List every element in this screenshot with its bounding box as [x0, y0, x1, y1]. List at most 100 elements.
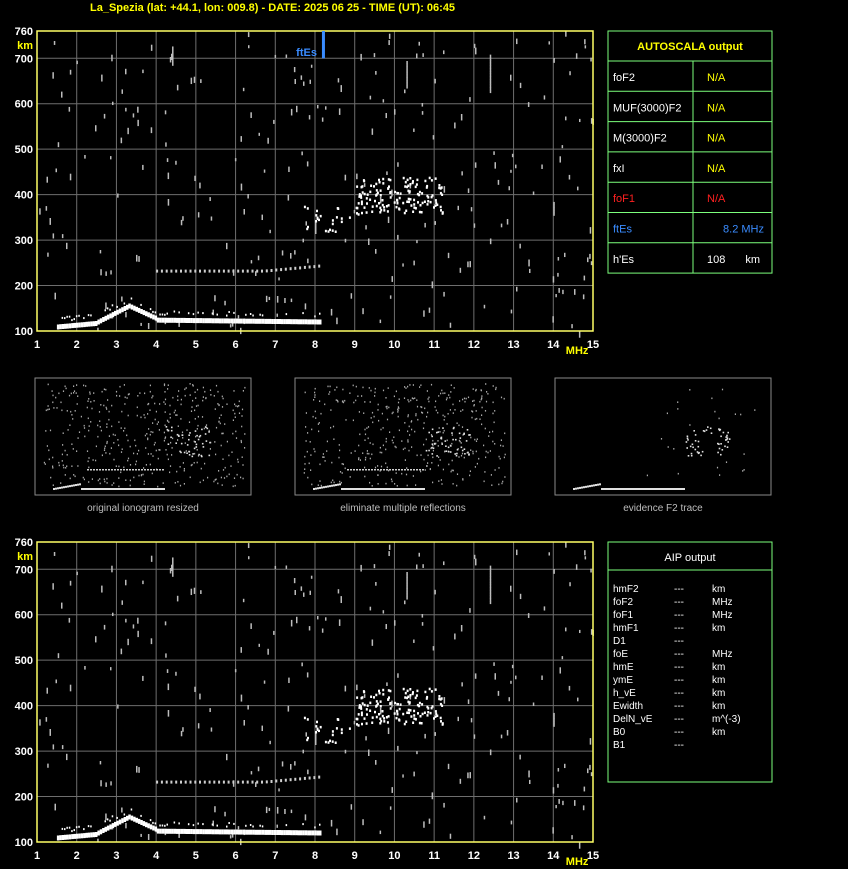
thumbnail-e-trace: [351, 488, 353, 490]
thumbnail-noise: [324, 403, 326, 406]
thumbnail-f-cluster: [458, 432, 461, 435]
thumbnail-noise: [440, 392, 442, 395]
noise-point: [309, 590, 311, 595]
thumbnail-noise: [182, 437, 184, 439]
thumbnail-noise: [379, 451, 381, 454]
aip-ionogram-chart: 1 2 3 4 5 6 7 8 9 10 11 12 13 14 15MHz1002003004005006…: [15, 537, 599, 868]
thumbnail-noise: [238, 400, 240, 403]
noise-point: [561, 656, 564, 660]
e-trace-scatter: [259, 824, 261, 827]
noise-point: [434, 78, 436, 84]
thumbnail-noise: [135, 460, 137, 463]
noise-streak: [406, 85, 408, 89]
f-cluster-point: [319, 214, 322, 218]
thumbnail-noise: [464, 400, 466, 403]
thumbnail-second-hop: [99, 469, 101, 471]
noise-point: [516, 286, 518, 292]
thumbnail-noise: [157, 421, 159, 423]
thumbnail-noise: [486, 391, 488, 393]
e-trace-point: [92, 321, 96, 327]
thumbnail-noise: [461, 452, 464, 455]
e-trace-point: [78, 833, 81, 839]
thumbnail-noise: [485, 450, 487, 453]
thumbnail-noise: [163, 401, 165, 403]
aip-param-value: ---: [674, 740, 684, 751]
thumbnail-second-hop: [404, 469, 406, 471]
autoscala-param-label: ftEs: [613, 224, 632, 236]
f-cluster-point: [360, 707, 363, 710]
noise-streak: [406, 63, 408, 67]
noise-point: [379, 707, 382, 715]
noise-point: [494, 673, 496, 680]
thumbnail-f-cluster: [175, 442, 177, 444]
thumbnail-e-trace: [577, 487, 579, 490]
noise-point: [306, 161, 309, 167]
x-tick-label: 11: [428, 339, 440, 351]
noise-point: [579, 118, 581, 123]
thumbnail-noise: [203, 427, 205, 430]
noise-point: [193, 587, 196, 594]
f-cluster-point: [379, 722, 382, 725]
e-trace-point: [190, 318, 193, 323]
thumbnail-noise: [336, 399, 339, 402]
thumbnail-e-trace: [617, 488, 619, 490]
noise-point: [473, 554, 476, 560]
e-trace-scatter: [192, 313, 195, 316]
thumbnail-noise: [87, 460, 89, 463]
thumbnail-noise: [80, 415, 82, 418]
thumbnail-noise: [319, 400, 321, 402]
thumbnail-noise: [304, 455, 306, 458]
thumbnail-second-hop: [120, 469, 122, 471]
e-trace-point: [235, 318, 239, 324]
e-trace-point: [259, 318, 262, 324]
f-cluster-point: [440, 720, 442, 723]
noise-point: [562, 289, 564, 295]
thumbnail-noise: [61, 409, 63, 412]
thumbnail-noise: [144, 392, 146, 395]
thumbnail-second-hop: [132, 469, 134, 471]
thumbnail-noise: [367, 426, 370, 428]
f-cluster-point: [379, 206, 382, 210]
noise-point: [176, 84, 179, 91]
thumbnail-row: original ionogram resized eliminate multi…: [34, 377, 772, 514]
thumbnail-noise: [111, 404, 113, 407]
noise-point: [39, 208, 41, 215]
thumbnail-e-trace: [65, 485, 67, 488]
noise-point: [552, 827, 554, 834]
noise-point: [587, 257, 589, 263]
second-hop-point: [318, 775, 321, 779]
f-cluster-point: [413, 714, 416, 717]
f-cluster-point: [371, 210, 374, 213]
autoscala-param-label: h'Es: [613, 254, 635, 266]
noise-streak: [406, 66, 408, 70]
noise-point: [137, 617, 139, 624]
second-hop-point: [208, 269, 211, 273]
thumbnail-noise: [315, 417, 317, 419]
e-trace-point: [207, 829, 210, 835]
thumbnail-noise: [419, 386, 421, 388]
thumbnail-noise: [474, 466, 476, 468]
noise-point: [552, 316, 554, 323]
second-hop-point: [256, 269, 259, 273]
thumbnail-noise: [167, 458, 169, 461]
thumbnail-noise: [226, 440, 228, 443]
thumbnail-noise: [127, 459, 129, 462]
e-trace-point: [257, 829, 260, 835]
thumbnail-noise: [213, 395, 215, 397]
thumbnail-noise: [381, 451, 383, 454]
noise-point: [402, 263, 404, 267]
thumbnail-noise: [333, 438, 335, 440]
f-cluster-point: [393, 712, 396, 715]
thumbnail-noise: [472, 400, 474, 402]
thumbnail-noise: [326, 450, 328, 452]
noise-point: [112, 101, 114, 106]
thumbnail-noise: [421, 411, 423, 414]
thumbnail-noise: [159, 449, 161, 451]
second-hop-point: [299, 266, 302, 270]
noise-point: [589, 253, 591, 259]
noise-point: [57, 653, 60, 659]
f-cluster-point: [324, 229, 327, 233]
thumbnail-noise: [185, 387, 187, 389]
thumbnail-noise: [503, 456, 505, 459]
f-cluster-point: [440, 209, 442, 212]
